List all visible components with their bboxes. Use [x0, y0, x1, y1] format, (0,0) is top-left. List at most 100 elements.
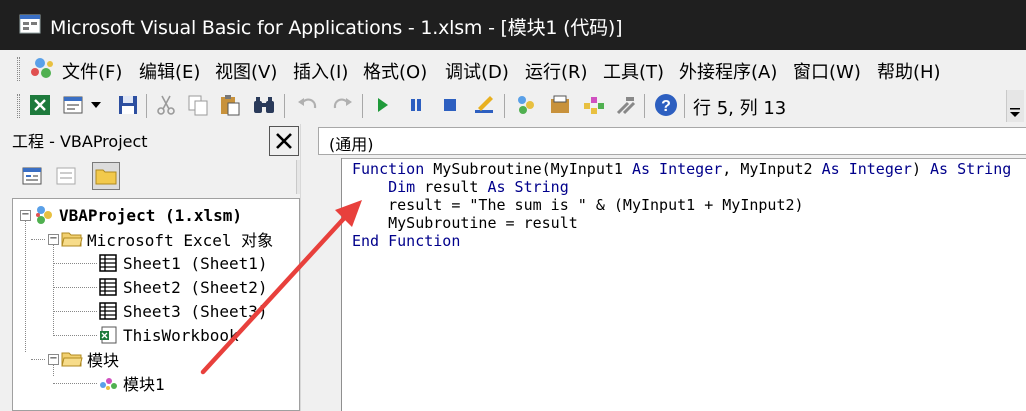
code-keyword: End Function: [352, 232, 461, 250]
tree-label-modules: 模块: [87, 351, 120, 370]
worksheet-icon: [97, 276, 119, 298]
menu-file[interactable]: 文件(F): [62, 58, 122, 84]
menu-window[interactable]: 窗口(W): [793, 58, 861, 84]
code-line[interactable]: Function MySubroutine(MyInput1 As Intege…: [352, 160, 1011, 178]
excel-icon: [30, 95, 50, 115]
project-pane-toolbar: [12, 158, 312, 198]
collapse-toggle[interactable]: −: [48, 354, 59, 365]
code-keyword: As Integer: [821, 160, 912, 178]
save-icon: [119, 96, 137, 114]
tree-label-excel-objects: Microsoft Excel 对象: [87, 231, 274, 250]
tree-item-modules-folder[interactable]: 模块: [61, 347, 119, 371]
vba-project-icon[interactable]: [28, 55, 58, 83]
toolbar-overflow-button[interactable]: [1006, 90, 1024, 122]
menu-debug[interactable]: 调试(D): [445, 58, 509, 84]
object-dropdown-value: (通用): [329, 135, 374, 154]
properties-button[interactable]: [546, 91, 574, 119]
tree-label-module1: 模块1: [123, 371, 165, 395]
menu-help[interactable]: 帮助(H): [877, 58, 941, 84]
module-icon: [97, 372, 119, 394]
copy-icon: [188, 95, 208, 116]
menu-addins[interactable]: 外接程序(A): [679, 58, 777, 84]
tree-item-module1[interactable]: 模块1: [97, 371, 165, 395]
reset-icon: [444, 99, 456, 111]
insert-userform-button[interactable]: [60, 91, 88, 119]
toolbar-separator: [146, 94, 147, 118]
cut-button[interactable]: [152, 91, 180, 119]
svg-text:?: ?: [661, 98, 671, 115]
tree-item-sheet1[interactable]: Sheet1 (Sheet1): [97, 251, 268, 275]
code-line[interactable]: MySubroutine = result: [352, 214, 578, 232]
paste-button[interactable]: [216, 91, 244, 119]
break-button[interactable]: [402, 91, 430, 119]
workbook-icon: [97, 324, 119, 346]
toggle-folders-button[interactable]: [92, 162, 120, 190]
close-icon: [276, 133, 292, 149]
code-text: MySubroutine(MyInput1: [433, 160, 632, 178]
view-object-button[interactable]: [52, 162, 80, 190]
paste-icon: [221, 95, 240, 116]
help-icon: ?: [655, 94, 677, 116]
tree-label-sheet3: Sheet3 (Sheet3): [123, 301, 268, 321]
collapse-toggle[interactable]: −: [48, 234, 59, 245]
menubar-grip[interactable]: [17, 57, 20, 81]
tree-label-sheet2: Sheet2 (Sheet2): [123, 277, 268, 297]
menu-tools[interactable]: 工具(T): [603, 58, 664, 84]
tree-item-excel-objects[interactable]: Microsoft Excel 对象: [61, 227, 273, 251]
run-button[interactable]: [368, 91, 396, 119]
tree-item-vbaproject[interactable]: VBAProject (1.xlsm): [33, 203, 242, 227]
code-keyword: As String: [930, 160, 1012, 178]
insert-dropdown-button[interactable]: [88, 91, 104, 119]
object-browser-icon: [584, 97, 604, 114]
code-editor[interactable]: Function MySubroutine(MyInput1 As Intege…: [342, 158, 1026, 411]
menu-format[interactable]: 格式(O): [363, 58, 427, 84]
code-margin-indicator-bar[interactable]: [310, 158, 342, 411]
menu-run[interactable]: 运行(R): [525, 58, 588, 84]
cut-icon: [157, 95, 175, 115]
toolbox-button[interactable]: [612, 91, 640, 119]
object-dropdown[interactable]: (通用): [318, 127, 1026, 155]
tree-label-project: VBAProject (1.xlsm): [59, 205, 243, 225]
view-object-icon: [56, 167, 76, 185]
code-line[interactable]: Dim result As String: [352, 178, 569, 196]
tree-item-sheet2[interactable]: Sheet2 (Sheet2): [97, 275, 268, 299]
toolbar-grip[interactable]: [17, 94, 20, 118]
menu-view[interactable]: 视图(V): [215, 58, 277, 84]
help-button[interactable]: ?: [652, 91, 680, 119]
reset-button[interactable]: [436, 91, 464, 119]
project-explorer-button[interactable]: [512, 91, 540, 119]
code-line[interactable]: End Function: [352, 232, 460, 250]
code-line[interactable]: result = "The sum is " & (MyInput1 + MyI…: [352, 196, 803, 214]
code-window: (通用) Function MySubroutine(MyInput1 As I…: [310, 124, 1026, 411]
undo-button[interactable]: [294, 91, 322, 119]
design-mode-button[interactable]: [470, 91, 498, 119]
object-browser-button[interactable]: [580, 91, 608, 119]
collapse-toggle[interactable]: −: [20, 210, 31, 221]
menu-edit[interactable]: 编辑(E): [139, 58, 200, 84]
view-excel-button[interactable]: [26, 91, 54, 119]
save-button[interactable]: [114, 91, 142, 119]
toolbar-separator: [284, 94, 285, 118]
toolbar-separator: [504, 94, 505, 118]
folder-icon: [95, 169, 117, 185]
view-code-icon: [22, 167, 42, 185]
menu-insert[interactable]: 插入(I): [293, 58, 348, 84]
project-pane-close-button[interactable]: [269, 126, 299, 156]
redo-button[interactable]: [328, 91, 356, 119]
find-button[interactable]: [250, 91, 278, 119]
tree-item-sheet3[interactable]: Sheet3 (Sheet3): [97, 299, 268, 323]
copy-button[interactable]: [184, 91, 212, 119]
tree-item-thisworkbook[interactable]: ThisWorkbook: [97, 323, 239, 347]
design-mode-icon: [475, 96, 493, 113]
menu-bar: 文件(F) 编辑(E) 视图(V) 插入(I) 格式(O) 调试(D) 运行(R…: [12, 50, 1026, 88]
open-folder-icon: [61, 348, 83, 370]
code-keyword: Dim: [388, 178, 416, 196]
code-keyword: As String: [487, 178, 569, 196]
chevron-down-icon: [91, 102, 101, 108]
view-code-button[interactable]: [18, 162, 46, 190]
toolbar-separator: [362, 94, 363, 118]
title-bar: Microsoft Visual Basic for Applications …: [0, 0, 1026, 50]
project-explorer-pane: 工程 - VBAProject − VBAProject (1.xlsm) − …: [0, 124, 312, 411]
window-title: Microsoft Visual Basic for Applications …: [50, 17, 623, 39]
tree-label-sheet1: Sheet1 (Sheet1): [123, 253, 268, 273]
